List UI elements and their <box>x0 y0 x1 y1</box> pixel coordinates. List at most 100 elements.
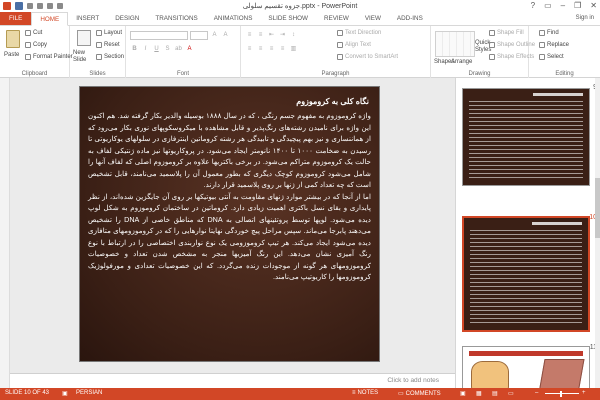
convert-smartart-button[interactable]: Convert to SmartArt <box>337 54 398 60</box>
slide-title[interactable]: نگاه کلی به کروموزوم <box>296 97 369 106</box>
numbering-icon[interactable]: ≡ <box>256 31 265 40</box>
clipboard-group: Paste Cut Copy Format Painter Clipboard <box>0 26 73 78</box>
slide-paragraph: اما از آنجا که در بیشتر موارد ژنهای مقاو… <box>88 191 371 282</box>
font-name-dropdown[interactable] <box>130 31 188 40</box>
slide-thumbnail-11[interactable] <box>462 346 590 388</box>
tab-view[interactable]: VIEW <box>357 12 389 25</box>
strikethrough-icon[interactable]: ab <box>174 45 183 54</box>
shadow-icon[interactable]: S <box>163 45 172 54</box>
layout-button[interactable]: Layout <box>96 30 122 36</box>
minimize-icon[interactable]: – <box>561 1 565 10</box>
shape-effects-button[interactable]: Shape Effects <box>489 54 534 60</box>
tab-insert[interactable]: INSERT <box>68 12 107 25</box>
shape-fill-label: Shape Fill <box>497 30 524 36</box>
find-button[interactable]: Find <box>539 30 559 36</box>
slideshow-icon[interactable]: ▭ <box>508 390 514 397</box>
shape-fill-button[interactable]: Shape Fill <box>489 30 524 36</box>
new-slide-icon[interactable] <box>77 30 91 46</box>
thumbnails-scrollbar[interactable] <box>595 78 600 388</box>
arrange-button[interactable]: Arrange <box>451 59 472 65</box>
new-slide-button[interactable]: New Slide <box>73 50 93 64</box>
tab-slide-show[interactable]: SLIDE SHOW <box>260 12 316 25</box>
paint-bucket-icon <box>489 30 495 36</box>
columns-icon[interactable]: ▥ <box>289 45 298 54</box>
left-pane-strip[interactable] <box>0 78 10 388</box>
quick-styles-button[interactable]: Quick Styles <box>475 40 491 54</box>
notes-toggle[interactable]: ≡ NOTES <box>352 390 378 396</box>
slides-group: New Slide Layout Reset Section Slides <box>70 26 126 78</box>
justify-icon[interactable]: ≡ <box>278 45 287 54</box>
text-direction-label: Text Direction <box>345 30 382 36</box>
scissors-icon <box>25 30 31 36</box>
comments-toggle[interactable]: ▭ COMMENTS <box>398 390 441 398</box>
close-icon[interactable]: ✕ <box>590 1 597 10</box>
zoom-slider-knob[interactable] <box>560 391 562 397</box>
spell-check-icon[interactable]: ▣ <box>62 390 68 397</box>
effects-icon <box>489 54 495 60</box>
help-icon[interactable]: ? <box>531 1 535 10</box>
restore-icon[interactable]: ❐ <box>574 1 581 10</box>
shapes-gallery[interactable] <box>435 31 475 57</box>
italic-icon[interactable]: I <box>141 45 150 54</box>
tab-animations[interactable]: ANIMATIONS <box>206 12 261 25</box>
copy-icon <box>25 42 31 48</box>
slide-position: SLIDE 10 OF 43 <box>5 390 50 396</box>
slide-thumbnail-10[interactable] <box>462 216 590 332</box>
reset-label: Reset <box>104 42 120 48</box>
slide-thumbnail-9[interactable] <box>462 88 590 186</box>
tab-review[interactable]: REVIEW <box>316 12 357 25</box>
text-direction-button[interactable]: Text Direction <box>337 30 381 36</box>
underline-icon[interactable]: U <box>152 45 161 54</box>
font-size-dropdown[interactable] <box>190 31 208 40</box>
tab-transitions[interactable]: TRANSITIONS <box>147 12 205 25</box>
select-button[interactable]: Select <box>539 54 564 60</box>
decrease-indent-icon[interactable]: ⇤ <box>267 31 276 40</box>
reading-view-icon[interactable]: ▤ <box>492 390 498 397</box>
copy-button[interactable]: Copy <box>25 42 47 48</box>
title-bar: جزوه تقسیم سلولی.pptx - PowerPoint ? ▭ –… <box>0 0 600 12</box>
notes-icon: ≡ <box>352 390 356 396</box>
tab-add-ins[interactable]: ADD-INS <box>389 12 431 25</box>
zoom-in-icon[interactable]: + <box>582 390 586 396</box>
bullets-icon[interactable]: ≡ <box>245 31 254 40</box>
zoom-out-icon[interactable]: – <box>535 390 538 396</box>
align-text-button[interactable]: Align Text <box>337 42 371 48</box>
tab-home[interactable]: HOME <box>31 12 69 26</box>
reset-button[interactable]: Reset <box>96 42 120 48</box>
tab-file[interactable]: FILE <box>0 12 32 25</box>
sign-in-link[interactable]: Sign in <box>576 15 594 21</box>
slide-paragraph: واژه کروموزوم به مفهوم جسم رنگی ، که در … <box>88 111 372 189</box>
ribbon-display-icon[interactable]: ▭ <box>544 1 552 10</box>
section-label: Section <box>104 54 125 60</box>
slide-sorter-icon[interactable]: ▦ <box>476 390 482 397</box>
select-label: Select <box>547 54 564 60</box>
zoom-slider[interactable] <box>545 393 579 394</box>
replace-button[interactable]: Replace <box>539 42 569 48</box>
slide-body-text[interactable]: واژه کروموزوم به مفهوم جسم رنگی ، که در … <box>88 110 371 283</box>
font-color-icon[interactable]: A <box>185 45 194 54</box>
section-button[interactable]: Section <box>96 54 124 60</box>
comment-icon: ▭ <box>398 391 404 397</box>
language-indicator[interactable]: PERSIAN <box>76 390 102 396</box>
paragraph-group: ≡ ≡ ⇤ ⇥ ↕ ≡ ≡ ≡ ≡ ▥ Text Direction Align… <box>241 26 431 78</box>
notes-pane[interactable]: Click to add notes <box>10 373 455 388</box>
tab-design[interactable]: DESIGN <box>107 12 147 25</box>
paste-button[interactable]: Paste <box>4 52 19 58</box>
shrink-font-icon[interactable]: A <box>221 31 230 40</box>
align-center-icon[interactable]: ≡ <box>256 45 265 54</box>
align-right-icon[interactable]: ≡ <box>267 45 276 54</box>
grow-font-icon[interactable]: A <box>210 31 219 40</box>
line-spacing-icon[interactable]: ↕ <box>289 31 298 40</box>
bold-icon[interactable]: B <box>130 45 139 54</box>
increase-indent-icon[interactable]: ⇥ <box>278 31 287 40</box>
current-slide[interactable]: نگاه کلی به کروموزوم واژه کروموزوم به مف… <box>79 86 380 362</box>
find-label: Find <box>547 30 559 36</box>
align-left-icon[interactable]: ≡ <box>245 45 254 54</box>
cut-button[interactable]: Cut <box>25 30 42 36</box>
cut-label: Cut <box>33 30 43 36</box>
scrollbar-thumb[interactable] <box>595 178 600 238</box>
paste-icon[interactable] <box>6 30 20 48</box>
normal-view-icon[interactable]: ▣ <box>460 390 466 397</box>
layout-icon <box>96 30 102 36</box>
format-painter-button[interactable]: Format Painter <box>25 54 73 60</box>
